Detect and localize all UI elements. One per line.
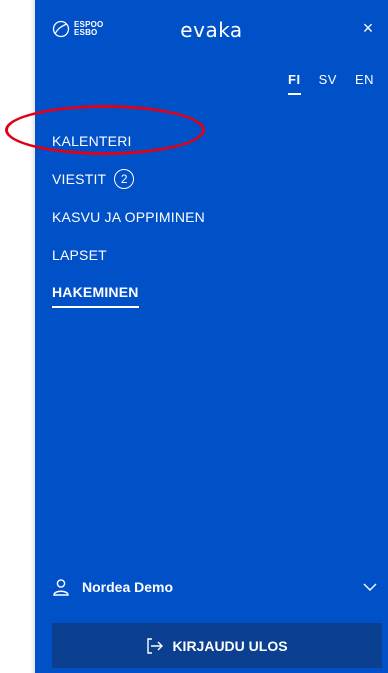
- language-sv[interactable]: SV: [319, 72, 337, 95]
- menu-item-kasvu-ja-oppiminen[interactable]: KASVU JA OPPIMINEN: [52, 198, 205, 236]
- menu-item-label: KASVU JA OPPIMINEN: [52, 209, 205, 225]
- language-en[interactable]: EN: [355, 72, 374, 95]
- language-selector: FI SV EN: [288, 72, 374, 95]
- user-icon: [53, 579, 69, 596]
- menu-item-lapset[interactable]: LAPSET: [52, 236, 205, 274]
- unread-count-badge: 2: [114, 169, 135, 189]
- mobile-menu-panel: ESPOO ESBO evaka × FI SV EN KALENTERI VI…: [35, 0, 388, 673]
- user-menu-toggle[interactable]: Nordea Demo: [35, 573, 388, 601]
- user-name: Nordea Demo: [82, 579, 174, 595]
- close-button[interactable]: ×: [358, 18, 378, 38]
- menu-item-hakeminen[interactable]: HAKEMINEN: [52, 274, 205, 312]
- language-fi[interactable]: FI: [288, 72, 301, 95]
- close-icon: ×: [362, 17, 374, 38]
- menu-item-label: HAKEMINEN: [52, 284, 139, 308]
- highlight-annotation: [5, 105, 205, 155]
- logout-label: KIRJAUDU ULOS: [172, 637, 288, 654]
- app-name: evaka: [180, 18, 243, 42]
- menu-item-label: LAPSET: [52, 247, 107, 263]
- menu-item-label: VIESTIT: [52, 171, 107, 187]
- logout-icon: [147, 637, 164, 654]
- logout-button[interactable]: KIRJAUDU ULOS: [52, 623, 382, 668]
- menu-item-viestit[interactable]: VIESTIT 2: [52, 160, 205, 198]
- chevron-down-icon: [363, 583, 377, 591]
